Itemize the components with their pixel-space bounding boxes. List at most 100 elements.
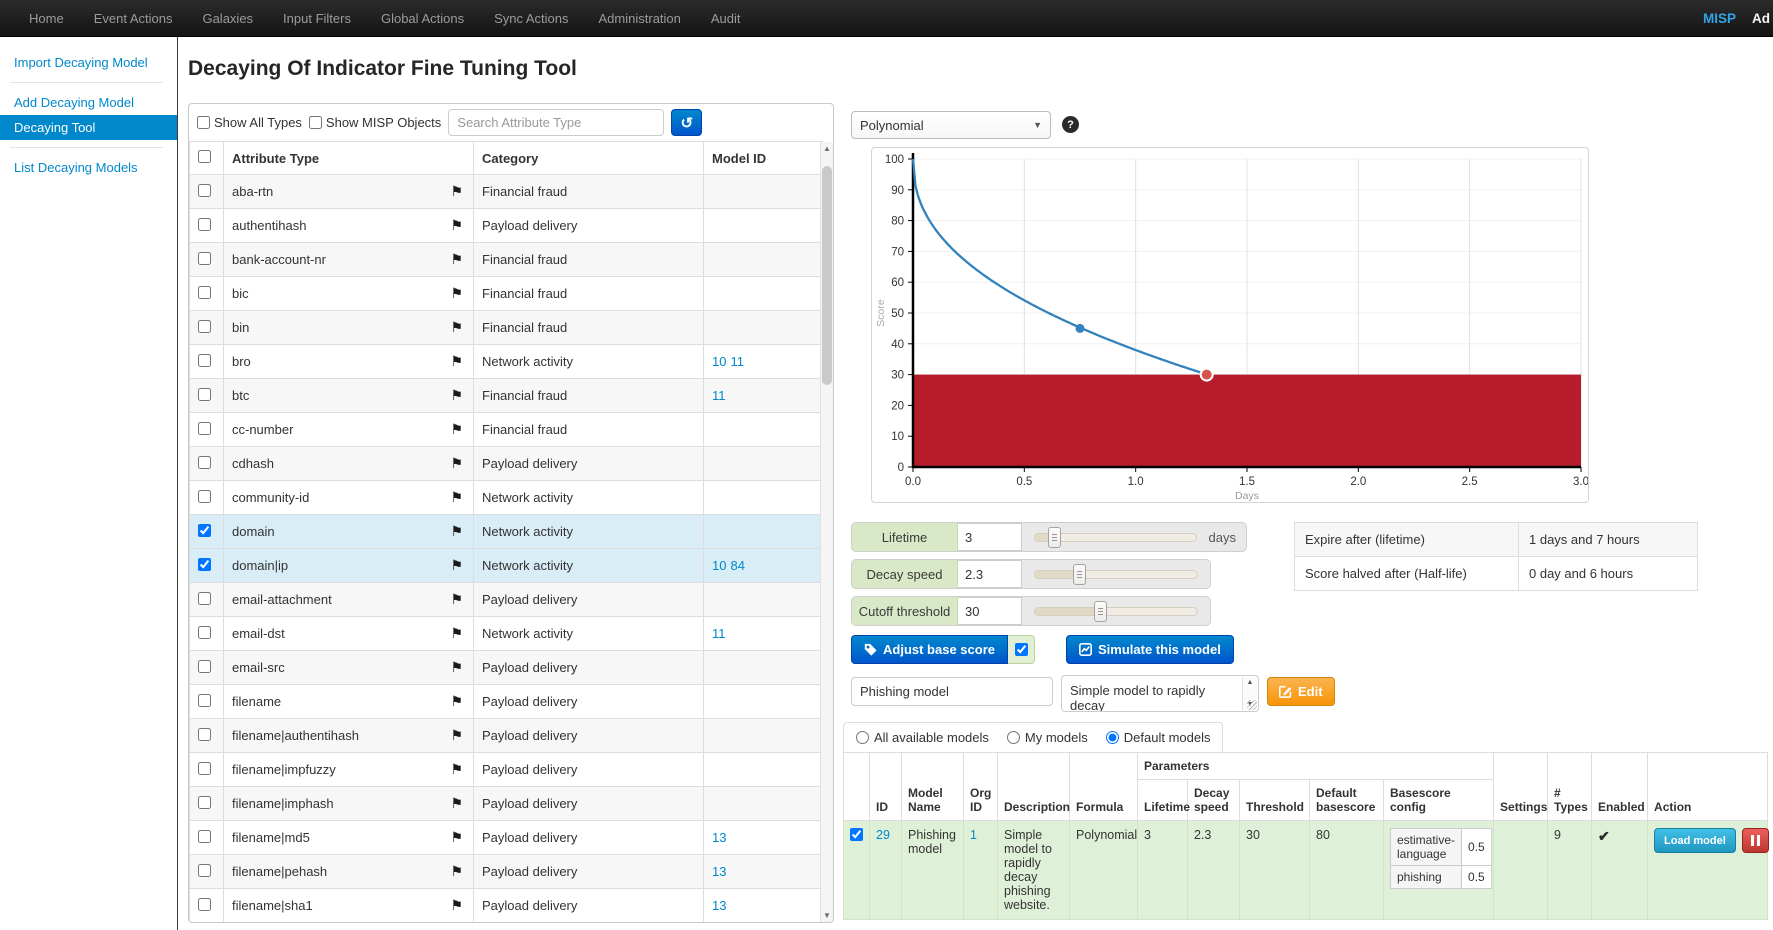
attribute-row[interactable]: cdhash⚑Payload delivery: [190, 447, 823, 481]
model-description-textarea[interactable]: Simple model to rapidly decay: [1061, 675, 1259, 712]
model-name-input[interactable]: [851, 677, 1053, 706]
flag-icon[interactable]: ⚑: [450, 863, 463, 880]
attribute-row[interactable]: email-dst⚑Network activity11: [190, 617, 823, 651]
flag-icon[interactable]: ⚑: [450, 217, 463, 234]
attribute-checkbox[interactable]: [198, 524, 211, 537]
nav-item-administration[interactable]: Administration: [584, 0, 696, 37]
attribute-checkbox[interactable]: [198, 728, 211, 741]
nav-item-event-actions[interactable]: Event Actions: [79, 0, 188, 37]
attribute-checkbox[interactable]: [198, 558, 211, 571]
nav-item-global-actions[interactable]: Global Actions: [366, 0, 479, 37]
filter-radio[interactable]: [856, 731, 869, 744]
sidebar-item-import-decaying-model[interactable]: Import Decaying Model: [0, 50, 177, 75]
attribute-checkbox[interactable]: [198, 660, 211, 673]
attribute-row[interactable]: filename|sha1⚑Payload delivery13: [190, 889, 823, 923]
formula-select[interactable]: Polynomial ▼: [851, 111, 1051, 139]
model-id-link[interactable]: 13: [712, 864, 726, 879]
show-misp-objects-option[interactable]: Show MISP Objects: [309, 115, 441, 130]
resize-grip-icon[interactable]: [1247, 700, 1257, 710]
nav-item-input-filters[interactable]: Input Filters: [268, 0, 366, 37]
attribute-checkbox[interactable]: [198, 218, 211, 231]
attribute-row[interactable]: filename|md5⚑Payload delivery13: [190, 821, 823, 855]
attribute-row[interactable]: bank-account-nr⚑Financial fraud: [190, 243, 823, 277]
show-all-types-checkbox[interactable]: [197, 116, 210, 129]
attribute-checkbox[interactable]: [198, 592, 211, 605]
help-icon[interactable]: ?: [1062, 116, 1079, 133]
nav-user-menu[interactable]: Ad: [1752, 0, 1770, 37]
attribute-checkbox[interactable]: [198, 422, 211, 435]
edit-model-button[interactable]: Edit: [1267, 677, 1335, 706]
flag-icon[interactable]: ⚑: [450, 795, 463, 812]
flag-icon[interactable]: ⚑: [450, 591, 463, 608]
flag-icon[interactable]: ⚑: [450, 251, 463, 268]
pause-model-button[interactable]: [1742, 828, 1769, 853]
sidebar-item-list-decaying-models[interactable]: List Decaying Models: [0, 155, 177, 180]
flag-icon[interactable]: ⚑: [450, 319, 463, 336]
show-misp-objects-checkbox[interactable]: [309, 116, 322, 129]
select-all-checkbox[interactable]: [198, 150, 211, 163]
filter-all-available-models[interactable]: All available models: [856, 730, 989, 745]
attribute-checkbox[interactable]: [198, 320, 211, 333]
attribute-row[interactable]: domain|ip⚑Network activity1084: [190, 549, 823, 583]
filter-radio[interactable]: [1106, 731, 1119, 744]
filter-radio[interactable]: [1007, 731, 1020, 744]
flag-icon[interactable]: ⚑: [450, 183, 463, 200]
model-id-link[interactable]: 11: [712, 388, 726, 403]
attribute-checkbox[interactable]: [198, 898, 211, 911]
attribute-checkbox[interactable]: [198, 456, 211, 469]
adjust-base-score-toggle[interactable]: [1008, 635, 1035, 664]
model-id-link[interactable]: 13: [712, 830, 726, 845]
flag-icon[interactable]: ⚑: [450, 693, 463, 710]
attribute-row[interactable]: filename|authentihash⚑Payload delivery: [190, 719, 823, 753]
attribute-row[interactable]: bro⚑Network activity1011: [190, 345, 823, 379]
flag-icon[interactable]: ⚑: [450, 829, 463, 846]
filter-default-models[interactable]: Default models: [1106, 730, 1211, 745]
attribute-row[interactable]: cc-number⚑Financial fraud: [190, 413, 823, 447]
attribute-checkbox[interactable]: [198, 762, 211, 775]
refresh-types-button[interactable]: ↺: [671, 109, 702, 136]
attribute-checkbox[interactable]: [198, 864, 211, 877]
flag-icon[interactable]: ⚑: [450, 557, 463, 574]
nav-item-home[interactable]: Home: [14, 0, 79, 37]
attribute-row[interactable]: filename|impfuzzy⚑Payload delivery: [190, 753, 823, 787]
attribute-row[interactable]: filename|pehash⚑Payload delivery13: [190, 855, 823, 889]
attribute-row[interactable]: email-attachment⚑Payload delivery: [190, 583, 823, 617]
attribute-checkbox[interactable]: [198, 354, 211, 367]
slider-handle[interactable]: [1094, 601, 1107, 622]
slider-handle[interactable]: [1073, 564, 1086, 585]
attribute-row[interactable]: bic⚑Financial fraud: [190, 277, 823, 311]
model-id-link[interactable]: 11: [712, 626, 726, 641]
flag-icon[interactable]: ⚑: [450, 897, 463, 914]
param-value-input[interactable]: [958, 560, 1022, 588]
simulate-model-button[interactable]: Simulate this model: [1066, 635, 1234, 664]
flag-icon[interactable]: ⚑: [450, 285, 463, 302]
attribute-checkbox[interactable]: [198, 184, 211, 197]
attribute-row[interactable]: filename⚑Payload delivery: [190, 685, 823, 719]
load-model-button[interactable]: Load model: [1654, 828, 1736, 853]
flag-icon[interactable]: ⚑: [450, 489, 463, 506]
attribute-row[interactable]: authentihash⚑Payload delivery: [190, 209, 823, 243]
flag-icon[interactable]: ⚑: [450, 659, 463, 676]
flag-icon[interactable]: ⚑: [450, 387, 463, 404]
param-slider[interactable]: [1034, 570, 1198, 579]
param-value-input[interactable]: [958, 597, 1022, 625]
nav-item-audit[interactable]: Audit: [696, 0, 756, 37]
model-id-link[interactable]: 11: [730, 354, 744, 369]
flag-icon[interactable]: ⚑: [450, 727, 463, 744]
model-select-checkbox[interactable]: [850, 828, 863, 841]
attribute-row[interactable]: email-src⚑Payload delivery: [190, 651, 823, 685]
flag-icon[interactable]: ⚑: [450, 421, 463, 438]
attribute-checkbox[interactable]: [198, 694, 211, 707]
show-all-types-option[interactable]: Show All Types: [197, 115, 302, 130]
adjust-base-score-button[interactable]: Adjust base score: [851, 635, 1008, 664]
flag-icon[interactable]: ⚑: [450, 353, 463, 370]
misp-logo[interactable]: MISP: [1703, 0, 1736, 37]
attribute-row[interactable]: domain⚑Network activity: [190, 515, 823, 549]
filter-my-models[interactable]: My models: [1007, 730, 1088, 745]
org-id-link[interactable]: 1: [970, 828, 977, 842]
attribute-checkbox[interactable]: [198, 626, 211, 639]
attribute-row[interactable]: btc⚑Financial fraud11: [190, 379, 823, 413]
attribute-checkbox[interactable]: [198, 252, 211, 265]
nav-item-sync-actions[interactable]: Sync Actions: [479, 0, 583, 37]
flag-icon[interactable]: ⚑: [450, 625, 463, 642]
